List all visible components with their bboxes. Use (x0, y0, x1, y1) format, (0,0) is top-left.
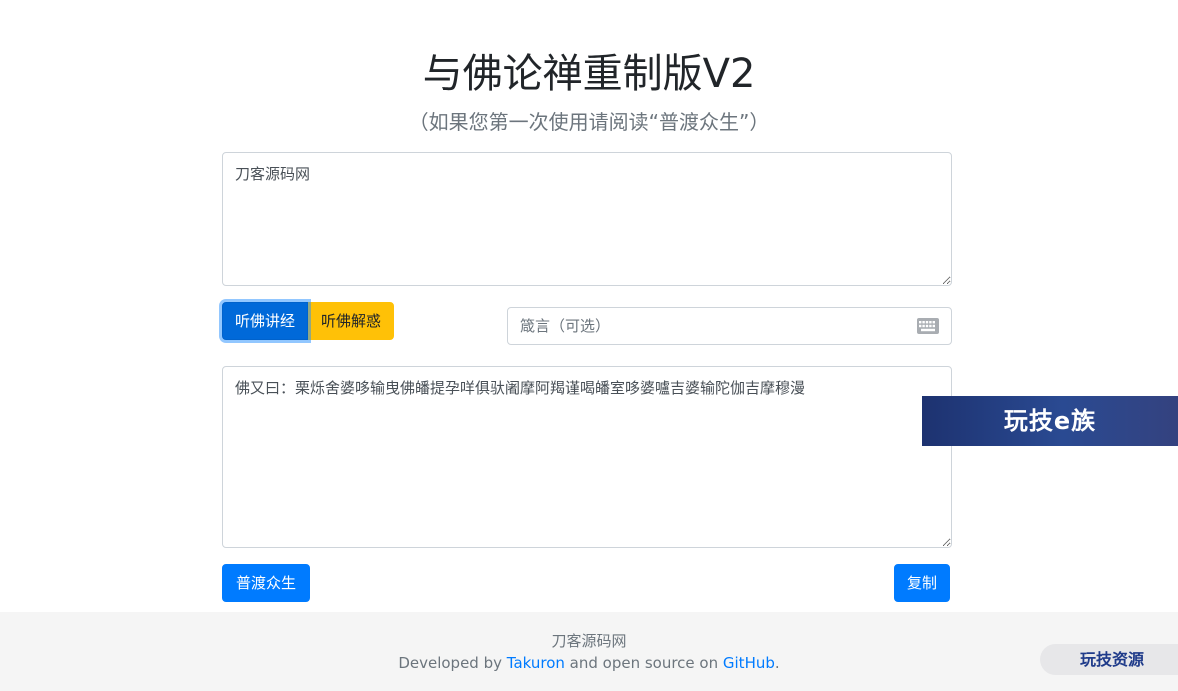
watermark-banner-text: 玩技e族 (1003, 407, 1097, 435)
footer-credits-suffix: . (774, 654, 780, 672)
github-link[interactable]: GitHub (723, 654, 775, 672)
watermark-pill: 玩技资源 (1040, 644, 1178, 675)
encode-button[interactable]: 听佛讲经 (222, 302, 309, 340)
author-link[interactable]: Takuron (507, 654, 565, 672)
ciphertext-output[interactable]: 佛又曰：栗烁舍婆哆输曳佛皤提孕咩俱驮阇摩阿羯谨喝皤室哆婆嚧吉婆输陀伽吉摩穆漫 (222, 366, 952, 548)
mode-button-group: 听佛讲经 听佛解惑 (222, 302, 395, 340)
footer-credits: Developed by Takuron and open source on … (0, 654, 1178, 672)
footer-credits-prefix: Developed by (398, 654, 507, 672)
page: 与佛论禅重制版V2 （如果您第一次使用请阅读“普渡众生”） 刀客源码网 听佛讲经… (0, 0, 1178, 691)
footer-credits-middle: and open source on (564, 654, 723, 672)
key-input[interactable] (508, 308, 908, 344)
keyboard-icon[interactable] (917, 318, 939, 334)
about-button[interactable]: 普渡众生 (222, 564, 311, 602)
watermark-banner: 玩技e族 (922, 396, 1178, 446)
footer-site-name: 刀客源码网 (551, 632, 627, 650)
page-subtitle: （如果您第一次使用请阅读“普渡众生”） (408, 110, 770, 134)
watermark-pill-text: 玩技资源 (1080, 650, 1145, 669)
copy-button[interactable]: 复制 (894, 564, 951, 602)
key-field (507, 307, 952, 345)
footer: 刀客源码网 Developed by Takuron and open sour… (0, 612, 1178, 691)
plaintext-input[interactable]: 刀客源码网 (222, 152, 952, 286)
decode-button[interactable]: 听佛解惑 (308, 302, 395, 340)
page-title: 与佛论禅重制版V2 (422, 51, 756, 97)
